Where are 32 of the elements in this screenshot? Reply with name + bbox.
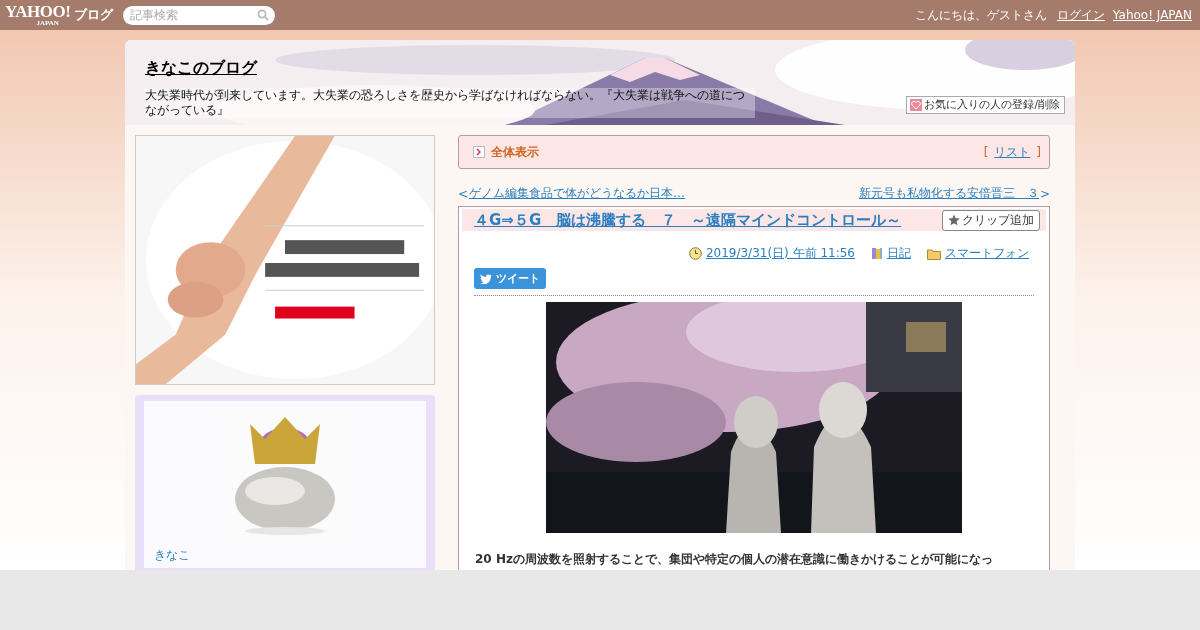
folder-link[interactable]: スマートフォン: [945, 245, 1029, 262]
date-link[interactable]: 2019/3/31(日) 午前 11:56: [705, 245, 855, 262]
top-link[interactable]: ログイン: [1056, 6, 1105, 24]
article-body-text: 20 Hzの周波数を照射することで、集団や特定の個人の潜在意識に働きかけることが可能になっ: [475, 551, 994, 568]
next-mark: >: [1039, 186, 1050, 201]
bird-icon: [480, 273, 492, 284]
search-field[interactable]: 記事検索: [123, 5, 276, 25]
clock-icon: [688, 247, 702, 260]
bracket-text: ]: [1036, 145, 1041, 159]
search-icon[interactable]: [257, 9, 270, 21]
category-link[interactable]: 日記: [887, 245, 911, 262]
list-link[interactable]: リスト: [994, 143, 1031, 161]
book-icon: [871, 247, 883, 260]
top-link[interactable]: Yahoo! JAPAN: [1112, 8, 1192, 22]
article-title[interactable]: ４G⇒５G 脳は沸騰する ７ ～遠隔マインドコントロール～: [474, 210, 902, 230]
bracket-text: [: [983, 145, 989, 159]
prev-mark: <: [458, 186, 469, 201]
greeting-text: こんにちは、ゲストさん: [914, 6, 1047, 24]
service-name: ブログ: [74, 6, 114, 24]
tweet-button[interactable]: ツイート: [474, 268, 546, 289]
logo-text[interactable]: YAHOO!: [5, 3, 71, 20]
clip-button[interactable]: クリップ追加: [942, 209, 1040, 231]
next-post-link[interactable]: 新元号も私物化する安倍晋三 ３: [858, 185, 1039, 202]
profile-name[interactable]: きなこ: [154, 547, 190, 564]
heart-icon: [910, 99, 923, 111]
favorite-button[interactable]: お気に入りの人の登録/削除: [906, 96, 1065, 114]
star-icon: [948, 214, 960, 226]
view-label: 全体表示: [491, 143, 539, 161]
blog-title[interactable]: きなこのブログ: [145, 58, 257, 79]
blog-description: 大失業時代が到来しています。大失業の恐ろしさを歴史から学ばなければならない。『大失業は戦争への道につながっている』: [145, 88, 755, 118]
previous-post-link[interactable]: ゲノム編集食品で体がどうなるか日本…: [469, 185, 686, 202]
folder-icon: [927, 247, 941, 260]
